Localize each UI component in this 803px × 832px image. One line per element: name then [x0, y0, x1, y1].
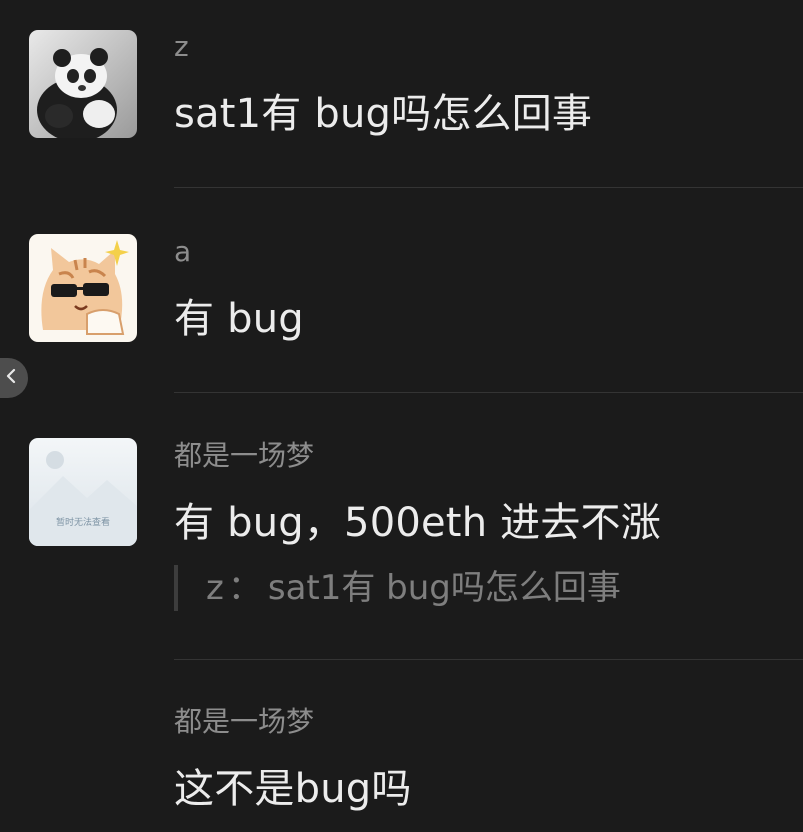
sender-name: 都是一场梦 [174, 705, 315, 738]
avatar[interactable]: 暂时无法查看 [29, 438, 137, 546]
message-text[interactable]: sat1有 bug吗怎么回事 [174, 89, 592, 139]
quote-separator: ： [227, 568, 262, 608]
quote-author: z [206, 568, 224, 608]
chevron-left-icon [4, 367, 18, 389]
avatar[interactable] [29, 234, 137, 342]
image-unavailable-label: 暂时无法查看 [56, 516, 110, 528]
cat-sunglasses-avatar-image [29, 234, 137, 342]
message-text[interactable]: 有 bug [174, 294, 304, 344]
message-item: 暂时无法查看 都是一场梦 有 bug，500eth 进去不涨 z： sat1有 b… [0, 392, 803, 660]
message-text[interactable]: 这不是bug吗 [174, 764, 412, 814]
avatar[interactable] [29, 30, 137, 138]
quoted-reply[interactable]: z： sat1有 bug吗怎么回事 [174, 565, 621, 611]
sender-name: 都是一场梦 [174, 439, 315, 472]
image-unavailable-avatar-image: 暂时无法查看 [29, 438, 137, 546]
quote-text: sat1有 bug吗怎么回事 [267, 568, 621, 608]
sender-name: z [174, 30, 189, 63]
message-item: 都是一场梦 这不是bug吗 [0, 660, 803, 832]
panda-avatar-image [29, 30, 137, 138]
sender-name: a [174, 235, 192, 268]
message-item: a 有 bug [0, 188, 803, 393]
message-text[interactable]: 有 bug，500eth 进去不涨 [174, 498, 661, 548]
message-item: z sat1有 bug吗怎么回事 [0, 0, 803, 188]
chat-thread: z sat1有 bug吗怎么回事 a 有 bug 暂时无法查看 都是一场梦 有 … [0, 0, 803, 832]
